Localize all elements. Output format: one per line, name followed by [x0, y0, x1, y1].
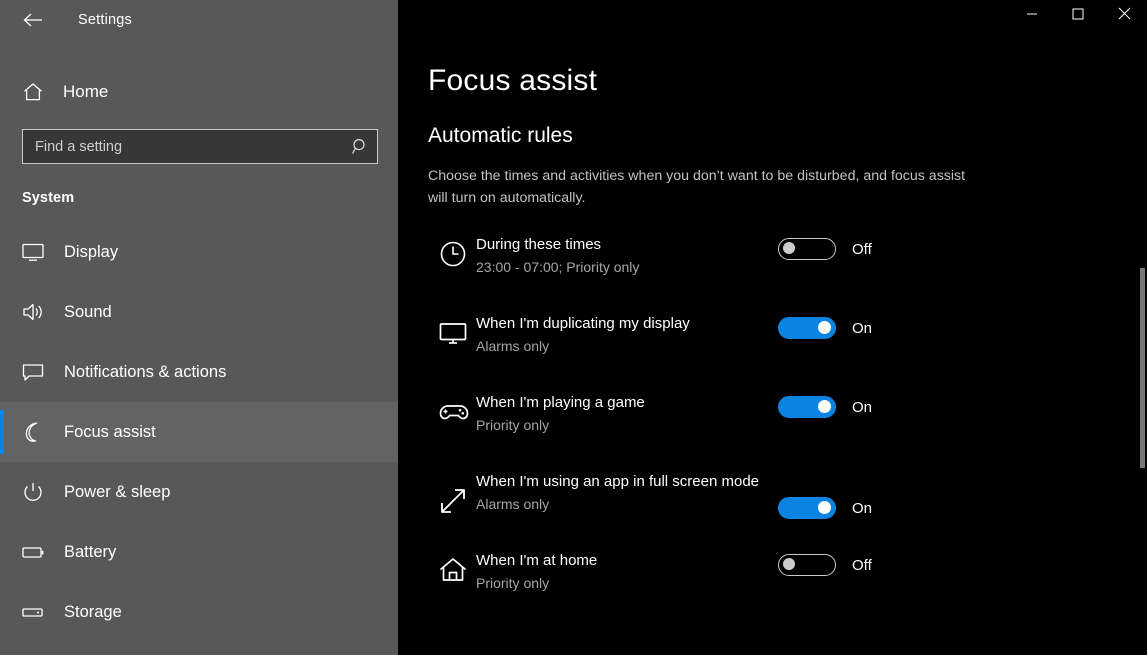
main-content: Focus assist Automatic rules Choose the …	[398, 0, 1147, 655]
rule-toggle-label: On	[852, 319, 873, 337]
sidebar-home-label: Home	[63, 82, 109, 101]
automatic-rules-list: During these times 23:00 - 07:00; Priori…	[428, 235, 1147, 603]
minimize-icon	[1026, 7, 1038, 25]
home-icon	[14, 81, 52, 103]
sidebar: Settings Home System	[0, 0, 398, 655]
titlebar-left: Settings	[0, 0, 398, 40]
rule-subtitle: Priority only	[476, 574, 550, 591]
sidebar-item-label: Battery	[64, 542, 117, 561]
app-title: Settings	[78, 12, 132, 28]
rule-toggle[interactable]	[778, 554, 836, 576]
rule-row: When I'm using an app in full screen mod…	[428, 472, 1147, 524]
moon-icon	[14, 420, 52, 444]
search-input[interactable]	[23, 138, 343, 155]
rule-toggle-label: Off	[852, 240, 872, 258]
rule-title: When I'm playing a game	[476, 394, 645, 411]
rule-subtitle: Alarms only	[476, 337, 550, 354]
rule-toggle[interactable]	[778, 396, 836, 418]
rule-subtitle: Alarms only	[476, 495, 550, 512]
sidebar-item-label: Notifications & actions	[64, 362, 227, 381]
gamepad-icon	[428, 393, 476, 427]
rule-toggle[interactable]	[778, 497, 836, 519]
sidebar-item-notifications[interactable]: Notifications & actions	[0, 342, 398, 402]
vertical-scrollbar-thumb[interactable]	[1140, 268, 1145, 468]
sidebar-item-label: Display	[64, 242, 119, 261]
rule-row: When I'm playing a game Priority only On	[428, 393, 1147, 445]
sidebar-section-title: System	[22, 190, 75, 206]
house-icon	[428, 551, 476, 585]
rule-toggle[interactable]	[778, 317, 836, 339]
fullscreen-arrows-icon	[428, 472, 476, 516]
rule-toggle-label: Off	[852, 556, 872, 574]
rule-row: When I'm at home Priority only Off	[428, 551, 1147, 603]
maximize-icon	[1072, 7, 1084, 25]
rule-title: When I'm using an app in full screen mod…	[476, 473, 760, 490]
sidebar-item-label: Storage	[64, 602, 122, 621]
rule-row: When I'm duplicating my display Alarms o…	[428, 314, 1147, 366]
rule-title: When I'm duplicating my display	[476, 315, 690, 332]
power-icon	[14, 481, 52, 503]
rule-toggle-label: On	[852, 499, 873, 517]
close-button[interactable]	[1101, 0, 1147, 32]
rule-toggle[interactable]	[778, 238, 836, 260]
sidebar-item-storage[interactable]: Storage	[0, 582, 398, 642]
sidebar-item-home[interactable]: Home	[0, 70, 398, 114]
section-description: Choose the times and activities when you…	[428, 168, 966, 206]
monitor-icon	[428, 314, 476, 348]
rule-subtitle: 23:00 - 07:00; Priority only	[476, 258, 640, 275]
sidebar-nav: Display Sound Notifications & actions Fo…	[0, 222, 398, 642]
sidebar-item-power-sleep[interactable]: Power & sleep	[0, 462, 398, 522]
rule-title: When I'm at home	[476, 552, 598, 569]
maximize-button[interactable]	[1055, 0, 1101, 32]
section-heading-automatic-rules: Automatic rules	[428, 124, 573, 147]
settings-window: Settings Home System	[0, 0, 1147, 655]
storage-icon	[14, 601, 52, 623]
rule-row: During these times 23:00 - 07:00; Priori…	[428, 235, 1147, 287]
notification-icon	[14, 361, 52, 383]
search-icon[interactable]	[343, 137, 377, 156]
rule-toggle-label: On	[852, 398, 873, 416]
sidebar-item-sound[interactable]: Sound	[0, 282, 398, 342]
sidebar-item-label: Power & sleep	[64, 482, 171, 501]
sidebar-item-label: Focus assist	[64, 422, 156, 441]
sidebar-item-label: Sound	[64, 302, 112, 321]
battery-icon	[14, 541, 52, 563]
window-controls	[1009, 0, 1147, 32]
sidebar-item-battery[interactable]: Battery	[0, 522, 398, 582]
rule-title: During these times	[476, 236, 602, 253]
monitor-icon	[14, 241, 52, 263]
clock-icon	[428, 235, 476, 269]
sidebar-item-display[interactable]: Display	[0, 222, 398, 282]
close-icon	[1118, 7, 1131, 25]
speaker-icon	[14, 301, 52, 323]
search-box[interactable]	[22, 129, 378, 164]
minimize-button[interactable]	[1009, 0, 1055, 32]
sidebar-item-focus-assist[interactable]: Focus assist	[0, 402, 398, 462]
rule-subtitle: Priority only	[476, 416, 550, 433]
back-button[interactable]	[12, 4, 54, 36]
page-title: Focus assist	[428, 64, 598, 97]
back-arrow-icon	[22, 11, 44, 29]
